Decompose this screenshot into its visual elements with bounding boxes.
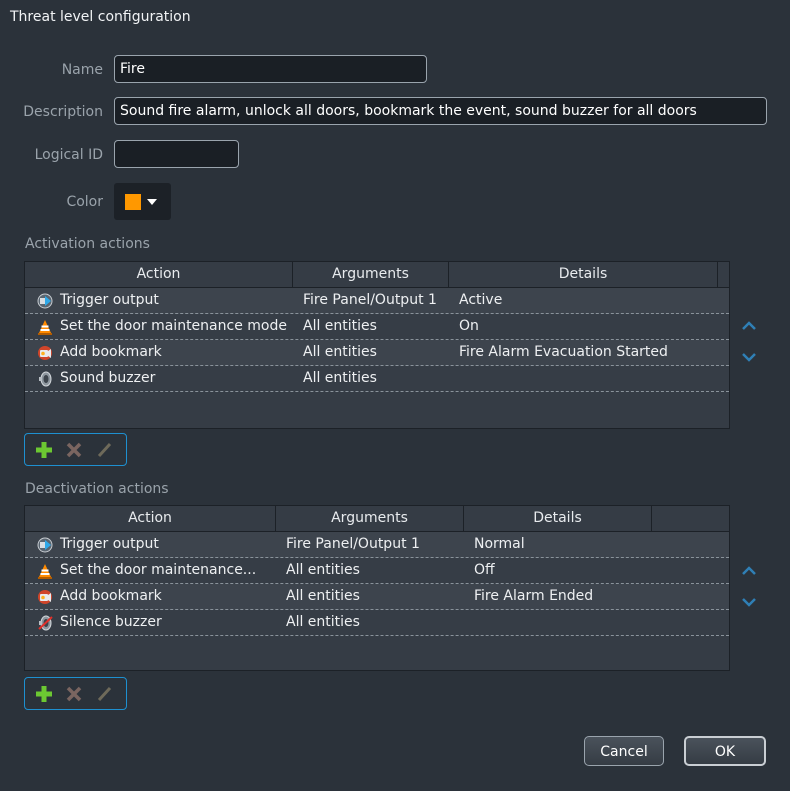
cancel-button[interactable]: Cancel	[584, 736, 664, 766]
logical-id-input[interactable]	[114, 140, 239, 168]
arguments-cell: Fire Panel/Output 1	[303, 292, 437, 308]
move-down-icon[interactable]	[741, 352, 757, 362]
details-cell: Fire Alarm Ended	[474, 588, 594, 604]
description-input[interactable]	[114, 97, 767, 125]
name-label: Name	[61, 62, 103, 78]
edit-icon[interactable]	[95, 441, 113, 459]
table-row[interactable]: Set the door maintenance... All entities…	[25, 558, 729, 584]
table-row[interactable]: Trigger output Fire Panel/Output 1 Norma…	[25, 532, 729, 558]
arguments-cell: Fire Panel/Output 1	[286, 536, 420, 552]
activation-toolbar	[24, 433, 127, 466]
chevron-down-icon	[147, 198, 157, 205]
delete-icon[interactable]	[65, 685, 83, 703]
deactivation-actions-label: Deactivation actions	[25, 481, 169, 497]
column-header-details[interactable]: Details	[449, 262, 718, 287]
arguments-cell: All entities	[303, 344, 377, 360]
action-cell: Trigger output	[60, 292, 159, 308]
move-down-icon[interactable]	[741, 597, 757, 607]
description-label: Description	[23, 104, 103, 120]
column-header-arguments[interactable]: Arguments	[293, 262, 449, 287]
action-cell: Silence buzzer	[60, 614, 162, 630]
arguments-cell: All entities	[303, 318, 377, 334]
trigger-output-icon	[37, 537, 53, 553]
table-row[interactable]: Add bookmark All entities Fire Alarm Eva…	[25, 340, 729, 366]
edit-icon[interactable]	[95, 685, 113, 703]
deactivation-toolbar	[24, 677, 127, 710]
ok-button[interactable]: OK	[684, 736, 766, 766]
details-cell: Off	[474, 562, 495, 578]
deactivation-actions-table: Action Arguments Details Trigger output …	[24, 505, 730, 671]
bookmark-icon	[37, 589, 53, 605]
table-header: Action Arguments Details	[25, 506, 729, 532]
arguments-cell: All entities	[286, 614, 360, 630]
action-cell: Trigger output	[60, 536, 159, 552]
table-row[interactable]: Sound buzzer All entities	[25, 366, 729, 392]
table-row[interactable]: Set the door maintenance mode All entiti…	[25, 314, 729, 340]
action-cell: Add bookmark	[60, 344, 162, 360]
color-picker[interactable]	[114, 183, 171, 220]
table-header: Action Arguments Details	[25, 262, 729, 288]
add-icon[interactable]	[35, 685, 53, 703]
action-cell: Sound buzzer	[60, 370, 156, 386]
maintenance-cone-icon	[37, 563, 53, 579]
table-row[interactable]: Add bookmark All entities Fire Alarm End…	[25, 584, 729, 610]
color-label: Color	[66, 194, 103, 210]
add-icon[interactable]	[35, 441, 53, 459]
color-swatch	[125, 193, 141, 210]
details-cell: On	[459, 318, 479, 334]
column-header-action[interactable]: Action	[25, 262, 293, 287]
maintenance-cone-icon	[37, 319, 53, 335]
details-cell: Active	[459, 292, 503, 308]
column-header-action[interactable]: Action	[25, 506, 276, 531]
details-cell: Normal	[474, 536, 525, 552]
arguments-cell: All entities	[286, 562, 360, 578]
details-cell	[449, 366, 719, 391]
action-cell: Set the door maintenance mode	[60, 318, 287, 334]
details-cell: Fire Alarm Evacuation Started	[459, 344, 668, 360]
arguments-cell: All entities	[286, 588, 360, 604]
bookmark-icon	[37, 345, 53, 361]
buzzer-icon	[37, 371, 53, 387]
silence-buzzer-icon	[37, 615, 53, 631]
action-cell: Add bookmark	[60, 588, 162, 604]
name-input[interactable]	[114, 55, 427, 83]
logical-id-label: Logical ID	[34, 147, 103, 163]
details-cell	[464, 610, 729, 635]
column-header-details[interactable]: Details	[464, 506, 652, 531]
column-header-arguments[interactable]: Arguments	[276, 506, 464, 531]
dialog-title: Threat level configuration	[10, 9, 191, 25]
delete-icon[interactable]	[65, 441, 83, 459]
activation-actions-label: Activation actions	[25, 236, 150, 252]
action-cell: Set the door maintenance...	[60, 562, 257, 578]
move-up-icon[interactable]	[741, 566, 757, 576]
table-row[interactable]: Silence buzzer All entities	[25, 610, 729, 636]
activation-actions-table: Action Arguments Details Trigger output …	[24, 261, 730, 429]
move-up-icon[interactable]	[741, 321, 757, 331]
table-row[interactable]: Trigger output Fire Panel/Output 1 Activ…	[25, 288, 729, 314]
arguments-cell: All entities	[303, 370, 377, 386]
trigger-output-icon	[37, 293, 53, 309]
